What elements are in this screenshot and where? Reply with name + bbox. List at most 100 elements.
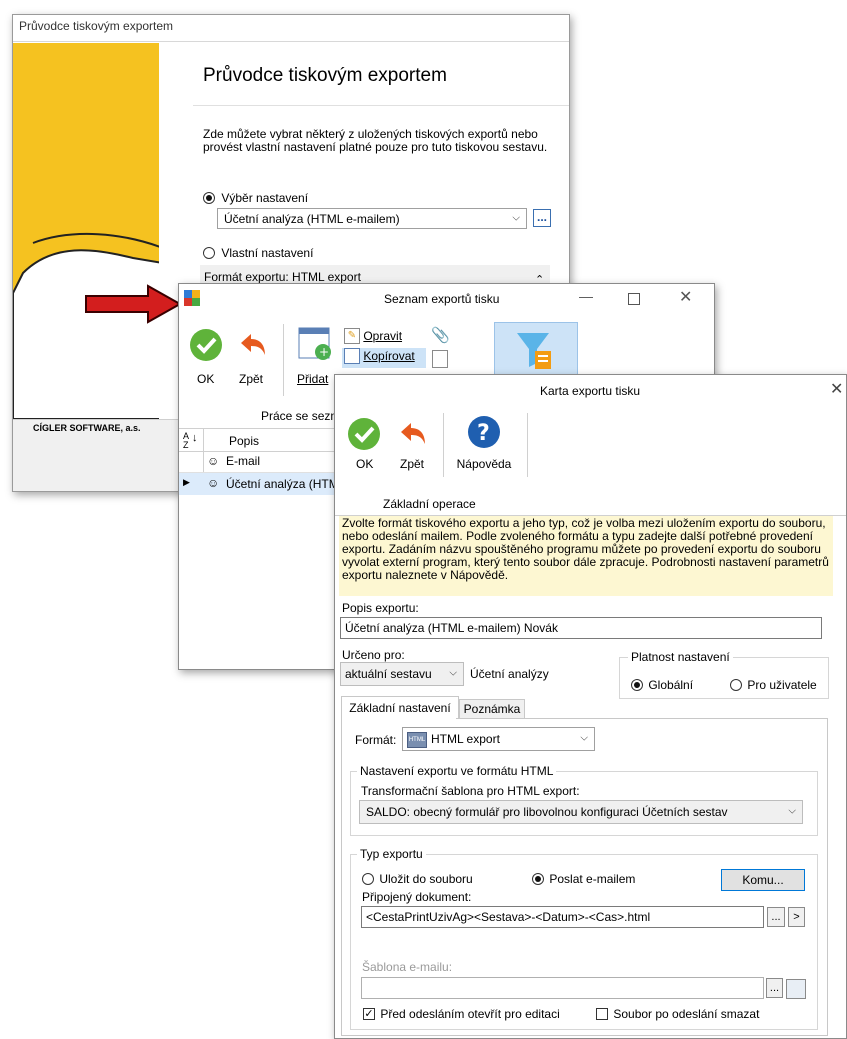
help-button[interactable]: ? Nápověda: [453, 415, 515, 473]
open-before-send-checkbox[interactable]: ✓ Před odesláním otevřít pro editaci: [363, 1006, 560, 1021]
chevron-down-icon: ⌵: [788, 805, 796, 817]
ok-label: OK: [197, 372, 215, 386]
tab-basic-settings[interactable]: Základní nastavení: [341, 696, 459, 719]
undo-icon: [401, 423, 425, 444]
user-icon: ☺: [207, 476, 220, 490]
close-button[interactable]: ✕: [679, 287, 692, 307]
card-window-title: Karta exportu tisku: [540, 384, 641, 398]
card-back-label: Zpět: [399, 457, 424, 471]
checkbox-box[interactable]: [596, 1007, 608, 1020]
attached-doc-browse-button[interactable]: ...: [767, 907, 785, 927]
copy-icon: [344, 348, 360, 364]
radio-custom-dot[interactable]: [203, 246, 215, 259]
email-template-edit-icon[interactable]: [786, 979, 806, 999]
wizard-window-title: Průvodce tiskovým exportem: [19, 19, 174, 33]
company-name: CÍGLER SOFTWARE, a.s.: [33, 423, 141, 433]
checkbox-box[interactable]: ✓: [363, 1007, 375, 1020]
attached-doc-arrow-button[interactable]: >: [788, 907, 805, 927]
edit-pencil-icon: ✎: [344, 328, 360, 344]
setting-browse-button[interactable]: ...: [533, 209, 551, 227]
radio-dot[interactable]: [730, 678, 742, 691]
minimize-button[interactable]: —: [579, 288, 593, 304]
sort-az-icon[interactable]: AZ: [183, 432, 189, 450]
card-back-button[interactable]: Zpět: [391, 417, 433, 473]
validity-global-radio[interactable]: Globální: [631, 677, 693, 692]
open-before-send-label: Před odesláním otevřít pro editaci: [380, 1006, 560, 1021]
intended-for-select[interactable]: aktuální sestavu ⌵: [340, 662, 464, 686]
save-to-file-label: Uložit do souboru: [379, 871, 473, 886]
help-icon: ?: [468, 416, 500, 448]
template-label: Transformační šablona pro HTML export:: [361, 784, 580, 798]
row-2-label: Účetní analýza (HTM: [226, 477, 339, 491]
toolbar-separator: [443, 413, 444, 477]
card-ok-button[interactable]: OK: [347, 417, 383, 473]
radio-selection-dot[interactable]: [203, 191, 215, 204]
radio-selection[interactable]: Výběr nastavení: [203, 190, 308, 205]
card-window: Karta exportu tisku ✕ OK Zpět ? Nápověda…: [334, 374, 847, 1039]
tab-note-label: Poznámka: [463, 702, 521, 716]
toolbar-separator: [527, 413, 528, 477]
paperclip-icon[interactable]: 📎: [431, 326, 450, 344]
sort-arrow-icon: ↓: [192, 432, 198, 444]
validity-user-radio[interactable]: Pro uživatele: [730, 677, 817, 692]
radio-dot[interactable]: [631, 678, 643, 691]
validity-label: Platnost nastavení: [628, 650, 733, 664]
validity-global-label: Globální: [648, 677, 694, 692]
radio-custom[interactable]: Vlastní nastavení: [203, 245, 313, 260]
recipients-label: Komu...: [742, 873, 784, 887]
close-button[interactable]: ✕: [830, 379, 843, 399]
list-window-title: Seznam exportů tisku: [384, 292, 500, 306]
add-button[interactable]: + Přidat: [289, 324, 337, 389]
add-document-icon: +: [298, 327, 331, 360]
maximize-button[interactable]: [628, 293, 640, 305]
paper-illustration: [13, 232, 159, 419]
chevron-down-icon: ⌵: [512, 211, 520, 223]
description-label: Popis exportu:: [342, 601, 419, 615]
back-button[interactable]: Zpět: [231, 328, 271, 386]
tab-basic-settings-label: Základní nastavení: [349, 701, 451, 715]
ok-button[interactable]: OK: [189, 328, 225, 386]
back-label: Zpět: [238, 372, 263, 386]
template-select[interactable]: SALDO: obecný formulář pro libovolnou ko…: [359, 800, 803, 824]
svg-text:?: ?: [477, 421, 490, 446]
undo-icon: [241, 334, 265, 355]
recipients-button[interactable]: Komu...: [721, 869, 805, 891]
email-template-label: Šablona e-mailu:: [362, 960, 453, 974]
chevron-down-icon: ⌵: [580, 732, 588, 744]
html-settings-label: Nastavení exportu ve formátu HTML: [357, 764, 557, 778]
format-label: Formát:: [355, 733, 397, 747]
template-value: SALDO: obecný formulář pro libovolnou ko…: [366, 805, 728, 819]
app-icon: [184, 290, 200, 306]
export-type-label: Typ exportu: [357, 847, 426, 861]
description-input[interactable]: Účetní analýza (HTML e-mailem) Novák: [340, 617, 822, 639]
radio-dot[interactable]: [532, 872, 544, 885]
red-arrow-icon: [85, 284, 183, 324]
delete-after-send-checkbox[interactable]: Soubor po odeslání smazat: [596, 1006, 759, 1021]
list-group-label: Práce se sezn: [261, 409, 338, 423]
basic-operations-label: Základní operace: [383, 497, 476, 511]
export-format-text: Formát exportu: HTML export: [204, 270, 361, 284]
row-1-label: E-mail: [226, 454, 261, 468]
column-header-description[interactable]: Popis: [229, 434, 259, 448]
validity-user-label: Pro uživatele: [747, 677, 817, 692]
edit-button[interactable]: ✎ Opravit: [344, 328, 402, 344]
radio-selection-label: Výběr nastavení: [221, 190, 309, 205]
copy-label: Kopírovat: [363, 349, 415, 363]
radio-custom-label: Vlastní nastavení: [221, 245, 314, 260]
tab-note[interactable]: Poznámka: [459, 699, 525, 719]
send-email-radio[interactable]: Poslat e-mailem: [532, 871, 635, 886]
save-to-file-radio[interactable]: Uložit do souboru: [362, 871, 473, 886]
intended-for-value: aktuální sestavu: [345, 667, 432, 681]
format-select[interactable]: HTML HTML export ⌵: [402, 727, 595, 751]
intended-for-text: Účetní analýzy: [470, 667, 549, 681]
export-excel-icon[interactable]: [432, 350, 448, 368]
info-text: Zvolte formát tiskového exportu a jeho t…: [342, 516, 829, 582]
email-template-browse-button[interactable]: ...: [766, 978, 783, 998]
email-template-input[interactable]: [361, 977, 764, 999]
copy-button[interactable]: Kopírovat: [342, 348, 426, 368]
attached-doc-input[interactable]: <CestaPrintUzivAg><Sestava>-<Datum>-<Cas…: [361, 906, 764, 928]
delete-after-send-label: Soubor po odeslání smazat: [613, 1006, 760, 1021]
radio-dot[interactable]: [362, 872, 374, 885]
attached-doc-label: Připojený dokument:: [362, 890, 472, 904]
setting-select[interactable]: Účetní analýza (HTML e-mailem) ⌵: [217, 208, 527, 229]
